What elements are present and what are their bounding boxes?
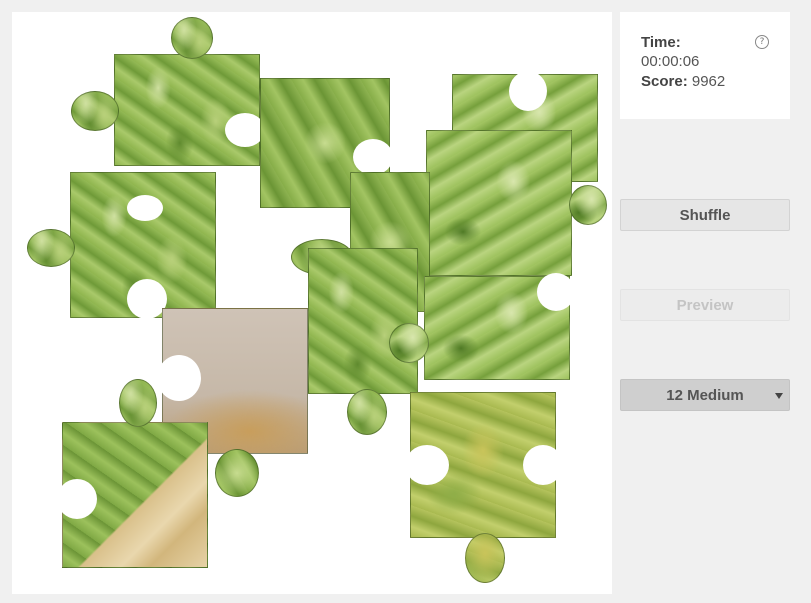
piece-notch — [509, 71, 547, 111]
puzzle-piece[interactable] — [308, 248, 418, 435]
help-icon[interactable]: ? — [755, 35, 769, 49]
piece-notch — [537, 273, 575, 311]
piece-tab — [465, 533, 505, 583]
score-panel: Time: ? 00:00:06 Score: 9962 — [620, 12, 790, 119]
puzzle-piece[interactable] — [405, 392, 563, 583]
chevron-down-icon — [775, 393, 783, 399]
time-label: Time: — [641, 34, 681, 51]
piece-tab — [171, 17, 213, 59]
piece-tab — [569, 185, 607, 225]
piece-tab — [119, 379, 157, 427]
difficulty-label: 12 Medium — [666, 387, 744, 404]
piece-notch — [57, 479, 97, 519]
difficulty-select[interactable]: 12 Medium — [620, 379, 790, 411]
piece-tab — [27, 229, 75, 267]
piece-notch — [225, 113, 265, 147]
score-label: Score: — [641, 73, 688, 90]
piece-notch — [127, 279, 167, 319]
piece-notch — [127, 195, 163, 221]
puzzle-piece[interactable] — [27, 172, 216, 319]
puzzle-piece[interactable] — [57, 379, 208, 568]
piece-tab — [389, 323, 429, 363]
piece-notch — [523, 445, 563, 485]
piece-tab — [215, 449, 259, 497]
puzzle-piece[interactable] — [389, 273, 575, 380]
shuffle-button[interactable]: Shuffle — [620, 199, 790, 231]
preview-button[interactable]: Preview — [620, 289, 790, 321]
time-value: 00:00:06 — [641, 53, 700, 70]
piece-notch — [405, 445, 449, 485]
piece-notch — [353, 139, 393, 175]
piece-notch — [157, 355, 201, 401]
puzzle-piece[interactable] — [383, 130, 607, 276]
puzzle-board[interactable] — [12, 12, 612, 594]
score-row: Score: 9962 — [641, 73, 725, 90]
puzzle-piece[interactable] — [71, 17, 265, 166]
piece-tab — [347, 389, 387, 435]
piece-tab — [71, 91, 119, 131]
score-value: 9962 — [691, 73, 726, 90]
